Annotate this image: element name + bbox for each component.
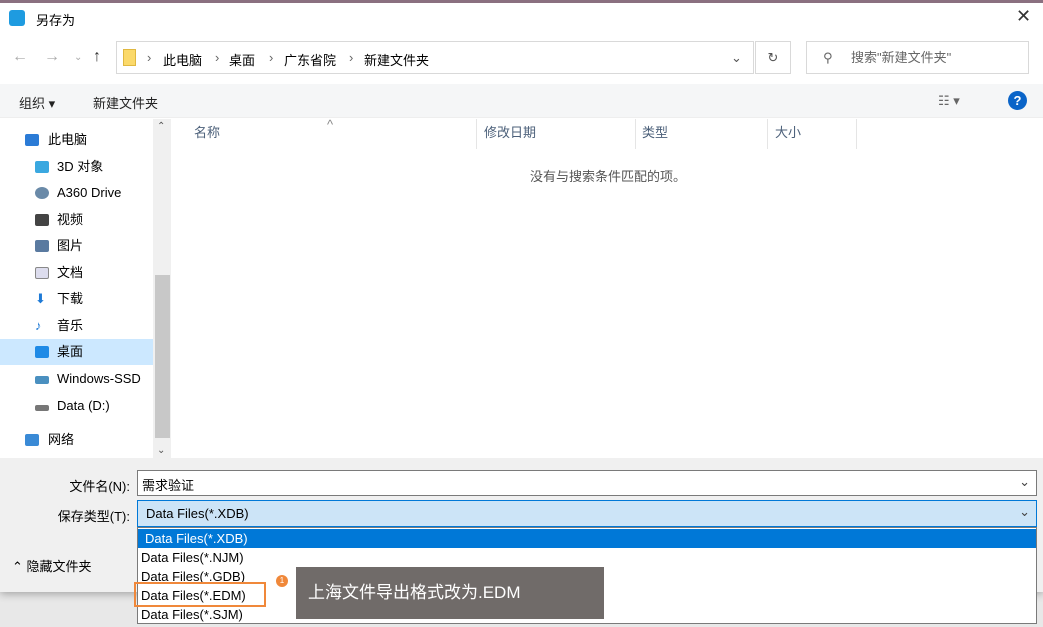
music-icon: ♪ bbox=[35, 318, 42, 333]
filetype-option[interactable]: Data Files(*.NJM) bbox=[138, 548, 1036, 567]
cloud-drive-icon bbox=[35, 187, 49, 199]
folder-icon bbox=[123, 49, 136, 66]
sidebar-item-this-pc[interactable]: 此电脑 bbox=[0, 127, 153, 153]
breadcrumb-item[interactable]: 桌面 bbox=[229, 50, 255, 69]
new-folder-button[interactable]: 新建文件夹 bbox=[93, 93, 158, 112]
computer-icon bbox=[25, 134, 39, 146]
filename-label: 文件名(N): bbox=[69, 479, 130, 494]
toolbar: 组织 ▾ 新建文件夹 ☷ ▾ ? bbox=[0, 84, 1043, 118]
annotation-callout: 上海文件导出格式改为.EDM bbox=[296, 567, 604, 619]
recent-chevron-icon[interactable]: ⌄ bbox=[74, 52, 82, 63]
download-icon: ⬇ bbox=[35, 291, 46, 306]
sidebar-item-music[interactable]: ♪ 音乐 bbox=[0, 313, 153, 339]
filetype-label: 保存类型(T): bbox=[57, 509, 130, 524]
sidebar-item-videos[interactable]: 视频 bbox=[0, 207, 153, 233]
sidebar-item-downloads[interactable]: ⬇ 下载 bbox=[0, 286, 153, 312]
sidebar-item-3d[interactable]: 3D 对象 bbox=[0, 154, 153, 180]
background-strip bbox=[0, 0, 1043, 3]
desktop-icon bbox=[35, 346, 49, 358]
help-button[interactable]: ? bbox=[1008, 91, 1027, 110]
column-header-name[interactable]: 名称 ^ bbox=[175, 117, 477, 149]
organize-button[interactable]: 组织 ▾ bbox=[19, 93, 55, 112]
cube-icon bbox=[35, 161, 49, 173]
filename-input[interactable]: 需求验证 ⌄ bbox=[137, 470, 1037, 496]
video-icon bbox=[35, 214, 49, 226]
hide-folders-button[interactable]: ⌃ 隐藏文件夹 bbox=[12, 556, 92, 575]
sidebar-item-data-d[interactable]: Data (D:) bbox=[0, 393, 153, 419]
drive-icon bbox=[35, 405, 49, 411]
search-icon: ⚲ bbox=[823, 50, 833, 65]
sidebar-item-desktop[interactable]: 桌面 bbox=[0, 339, 153, 365]
drive-icon bbox=[35, 376, 49, 384]
sidebar-item-a360[interactable]: A360 Drive bbox=[0, 180, 153, 206]
annotation-badge: 1 bbox=[276, 575, 288, 587]
column-header-date[interactable]: 修改日期 bbox=[477, 119, 636, 149]
filetype-select[interactable]: Data Files(*.XDB) ⌄ bbox=[137, 500, 1037, 527]
chevron-down-icon: ⌄ bbox=[1019, 474, 1030, 489]
view-options-icon[interactable]: ☷ ▾ bbox=[938, 93, 960, 109]
refresh-button[interactable]: ↻ bbox=[755, 41, 791, 74]
breadcrumb-item[interactable]: 此电脑 bbox=[163, 50, 202, 69]
empty-message: 没有与搜索条件匹配的项。 bbox=[530, 169, 687, 184]
search-input[interactable]: ⚲ 搜索"新建文件夹" bbox=[806, 41, 1029, 74]
address-bar[interactable]: › 此电脑 › 桌面 › 广东省院 › 新建文件夹 ⌄ bbox=[116, 41, 754, 74]
close-button[interactable]: ✕ bbox=[1016, 6, 1031, 27]
filetype-option[interactable]: Data Files(*.XDB) bbox=[138, 529, 1036, 548]
forward-icon[interactable]: → bbox=[44, 48, 60, 66]
up-icon[interactable]: ↑ bbox=[93, 48, 101, 66]
sidebar-item-network[interactable]: 网络 bbox=[0, 427, 153, 453]
navigation-pane: 此电脑 3D 对象 A360 Drive 视频 图片 文档 ⬇ 下载 ♪ 音乐 桌面… bbox=[0, 119, 172, 458]
scrollbar-thumb[interactable] bbox=[155, 275, 170, 438]
save-as-dialog: 另存为 ✕ ← → ⌄ ↑ › 此电脑 › 桌面 › 广东省院 › 新建文件夹 … bbox=[0, 0, 1043, 592]
document-icon bbox=[35, 267, 49, 279]
breadcrumb-item[interactable]: 广东省院 bbox=[284, 50, 336, 69]
sidebar-item-documents[interactable]: 文档 bbox=[0, 260, 153, 286]
back-icon[interactable]: ← bbox=[12, 48, 28, 66]
breadcrumb-item[interactable]: 新建文件夹 bbox=[364, 50, 429, 69]
network-icon bbox=[25, 434, 39, 446]
sidebar-item-windows-ssd[interactable]: Windows-SSD bbox=[0, 366, 153, 392]
column-header-size[interactable]: 大小 bbox=[768, 119, 857, 149]
sort-arrow-icon: ^ bbox=[327, 117, 334, 132]
column-header-type[interactable]: 类型 bbox=[636, 119, 768, 149]
highlight-box bbox=[134, 582, 266, 607]
dialog-title: 另存为 bbox=[36, 13, 76, 28]
chevron-up-icon: ⌃ bbox=[12, 559, 27, 574]
sidebar-item-pictures[interactable]: 图片 bbox=[0, 233, 153, 259]
chevron-down-icon: ⌄ bbox=[1019, 504, 1030, 519]
picture-icon bbox=[35, 240, 49, 252]
app-icon bbox=[9, 10, 25, 26]
chevron-down-icon[interactable]: ⌄ bbox=[731, 50, 742, 66]
